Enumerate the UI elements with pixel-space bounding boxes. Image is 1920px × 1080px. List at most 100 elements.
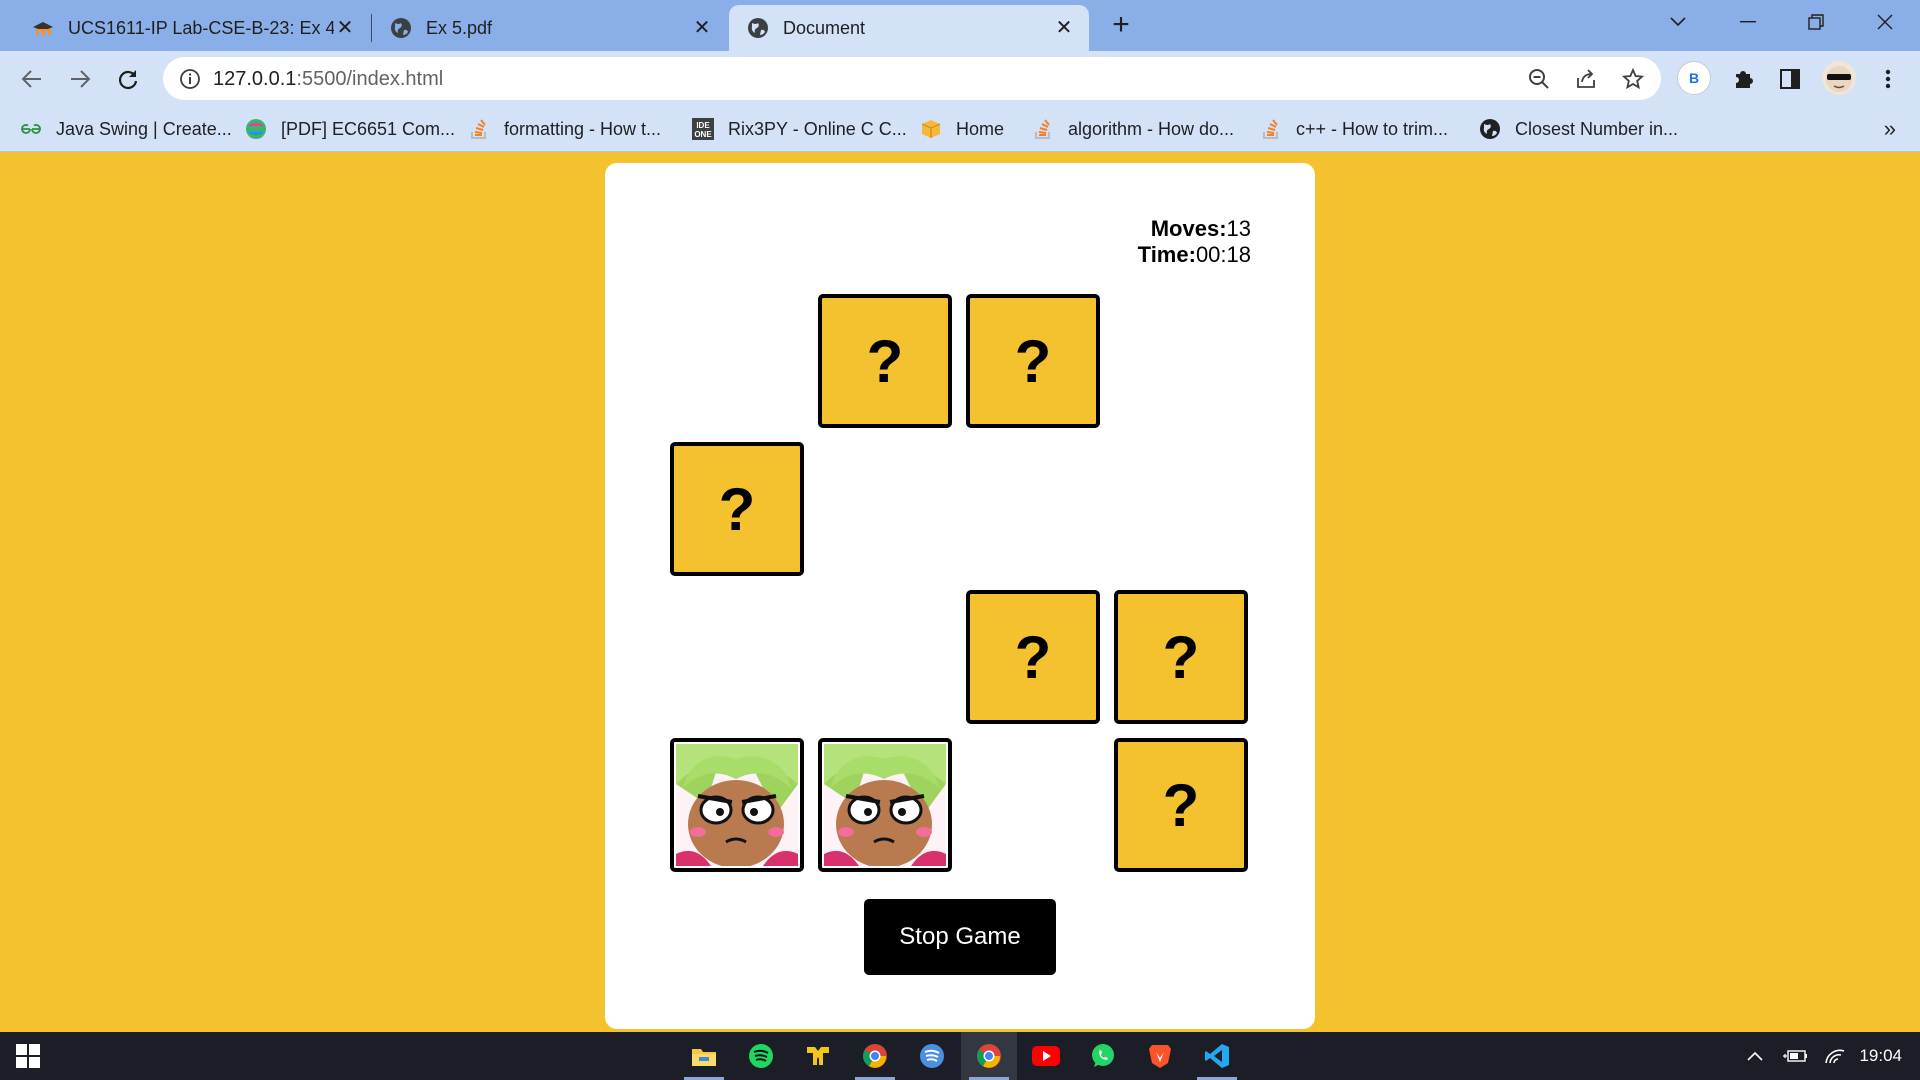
tray-chevron-icon[interactable] — [1740, 1032, 1770, 1080]
close-icon[interactable]: ✕ — [1053, 17, 1075, 39]
bookmark-item[interactable]: [PDF] EC6651 Com... — [245, 116, 455, 142]
card-tile-hidden[interactable]: ? — [818, 294, 952, 428]
stackoverflow-icon — [1032, 118, 1054, 140]
tab-document[interactable]: Document ✕ — [729, 5, 1089, 51]
tab-strip: UCS1611-IP Lab-CSE-B-23: Ex 4: C ✕ Ex 5.… — [0, 0, 1920, 51]
moves-counter: Moves:13 — [1138, 216, 1251, 242]
tab-search-icon[interactable] — [1648, 0, 1708, 44]
chrome-icon[interactable] — [847, 1032, 903, 1080]
back-icon[interactable] — [16, 63, 48, 95]
url-host: 127.0.0.1 — [213, 68, 297, 90]
tab-ex5-pdf[interactable]: Ex 5.pdf ✕ — [372, 5, 727, 51]
bookmark-item[interactable]: Java Swing | Create... — [20, 116, 232, 142]
window-close-icon[interactable] — [1855, 0, 1915, 44]
browser-toolbar: 127.0.0.1:5500/index.html B — [0, 51, 1920, 106]
mendeley-icon[interactable] — [790, 1032, 846, 1080]
bookmark-item[interactable]: IDE ONE Rix3PY - Online C C... — [692, 116, 907, 142]
question-mark: ? — [718, 475, 756, 543]
share-icon[interactable] — [1574, 67, 1598, 91]
tab-title: Ex 5.pdf — [426, 17, 493, 38]
timer: Time:00:18 — [1138, 242, 1251, 268]
bookmark-label: algorithm - How do... — [1068, 118, 1235, 139]
stackoverflow-icon — [468, 118, 490, 140]
stop-game-button[interactable]: Stop Game — [864, 899, 1056, 975]
game-stats: Moves:13 Time:00:18 — [1138, 216, 1251, 268]
geeksforgeeks-icon — [20, 118, 42, 140]
moodle-icon — [32, 17, 54, 39]
moves-value: 13 — [1226, 216, 1251, 241]
spotify-blue-icon[interactable] — [904, 1032, 960, 1080]
brave-icon[interactable] — [1132, 1032, 1188, 1080]
tab-title: Document — [783, 17, 866, 38]
avatar[interactable] — [1822, 61, 1856, 95]
side-panel-icon[interactable] — [1774, 63, 1806, 95]
bookmark-item[interactable]: Closest Number in... — [1479, 116, 1678, 142]
site-info-icon[interactable] — [179, 68, 201, 90]
bookmark-item[interactable]: algorithm - How do... — [1032, 116, 1234, 142]
globe-icon — [1479, 118, 1501, 140]
new-tab-icon[interactable]: + — [1105, 10, 1137, 42]
colorful-globe-icon — [245, 118, 267, 140]
bookmark-item[interactable]: c++ - How to trim... — [1260, 116, 1448, 142]
bookmark-label: Closest Number in... — [1515, 118, 1679, 139]
bookmark-label: [PDF] EC6651 Com... — [281, 118, 456, 139]
bookmark-item[interactable]: formatting - How t... — [468, 116, 661, 142]
bookmark-label: c++ - How to trim... — [1296, 118, 1449, 139]
character-face-image — [824, 744, 946, 866]
character-face-image — [676, 744, 798, 866]
tab-title: UCS1611-IP Lab-CSE-B-23: Ex 4: C — [68, 17, 334, 38]
url-path: :5500/index.html — [296, 68, 444, 90]
question-mark: ? — [1014, 623, 1052, 691]
windows-taskbar: 19:04 — [0, 1032, 1920, 1080]
url-text[interactable]: 127.0.0.1:5500/index.html — [213, 68, 443, 91]
bookmark-label: Java Swing | Create... — [56, 118, 232, 139]
zoom-icon[interactable] — [1527, 67, 1551, 91]
question-mark: ? — [1162, 771, 1200, 839]
bookmark-label: Rix3PY - Online C C... — [728, 118, 907, 139]
youtube-icon[interactable] — [1018, 1032, 1074, 1080]
stackoverflow-icon — [1260, 118, 1282, 140]
close-icon[interactable]: ✕ — [691, 17, 713, 39]
menu-icon[interactable] — [1872, 63, 1904, 95]
card-tile-hidden[interactable]: ? — [1114, 738, 1248, 872]
bookmark-star-icon[interactable] — [1621, 67, 1645, 91]
tab-moodle[interactable]: UCS1611-IP Lab-CSE-B-23: Ex 4: C ✕ — [14, 5, 370, 51]
svg-text:ONE: ONE — [694, 130, 712, 139]
bookmark-label: Home — [956, 118, 1005, 139]
chrome-active-icon[interactable] — [961, 1032, 1017, 1080]
moves-label: Moves: — [1150, 216, 1227, 241]
vscode-icon[interactable] — [1189, 1032, 1245, 1080]
forward-icon[interactable] — [64, 63, 96, 95]
battery-icon[interactable] — [1778, 1032, 1812, 1080]
card-tile-hidden[interactable]: ? — [966, 294, 1100, 428]
card-tile-hidden[interactable]: ? — [966, 590, 1100, 724]
game-container: Moves:13 Time:00:18 ? ? ? ? ? ? Stop Gam… — [605, 163, 1315, 1029]
bookmark-label: formatting - How t... — [504, 118, 662, 139]
ideone-icon: IDE ONE — [692, 118, 714, 140]
card-tile-revealed[interactable] — [670, 738, 804, 872]
spotify-icon[interactable] — [733, 1032, 789, 1080]
restore-icon[interactable] — [1786, 0, 1846, 44]
extensions-icon[interactable] — [1727, 63, 1759, 95]
profile-b-icon[interactable]: B — [1677, 61, 1711, 95]
card-tile-hidden[interactable]: ? — [670, 442, 804, 576]
reload-icon[interactable] — [112, 63, 144, 95]
bookmark-item[interactable]: Home — [920, 116, 1004, 142]
file-explorer-icon[interactable] — [676, 1032, 732, 1080]
whatsapp-icon[interactable] — [1075, 1032, 1131, 1080]
minimize-icon[interactable] — [1718, 0, 1778, 44]
bookmarks-overflow-icon[interactable]: » — [1884, 116, 1896, 142]
address-bar[interactable]: 127.0.0.1:5500/index.html — [163, 57, 1661, 100]
globe-icon — [390, 17, 412, 39]
card-tile-hidden[interactable]: ? — [1114, 590, 1248, 724]
wifi-icon[interactable] — [1818, 1032, 1852, 1080]
box-icon — [920, 118, 942, 140]
svg-text:IDE: IDE — [696, 121, 710, 130]
bookmarks-bar: Java Swing | Create... [PDF] EC6651 Com.… — [0, 106, 1920, 152]
time-value: 00:18 — [1195, 242, 1251, 267]
close-icon[interactable]: ✕ — [334, 17, 356, 39]
system-clock[interactable]: 19:04 — [1859, 1046, 1902, 1066]
windows-start-icon[interactable] — [0, 1032, 56, 1080]
time-label: Time: — [1137, 242, 1196, 267]
card-tile-revealed[interactable] — [818, 738, 952, 872]
